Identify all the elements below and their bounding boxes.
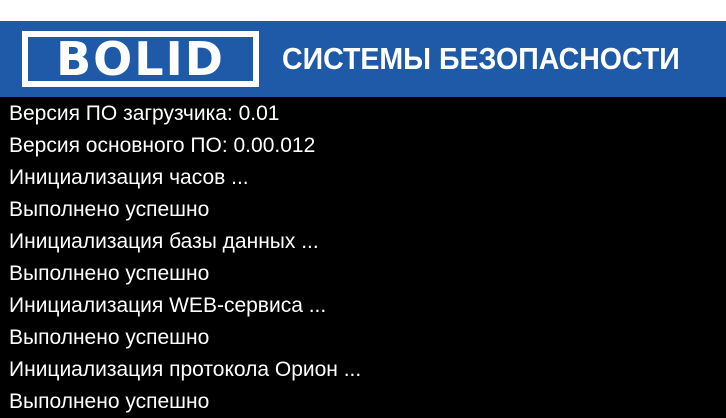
log-line-clock-success: Выполнено успешно bbox=[9, 198, 210, 221]
log-line-clock-init: Инициализация часов ... bbox=[9, 166, 249, 189]
log-line-loader-version: Версия ПО загрузчика: 0.01 bbox=[9, 102, 280, 125]
brand-header: BOLID СИСТЕМЫ БЕЗОПАСНОСТИ bbox=[0, 21, 726, 97]
log-line-db-success: Выполнено успешно bbox=[9, 262, 210, 285]
log-line-web-success: Выполнено успешно bbox=[9, 326, 210, 349]
brand-tagline: СИСТЕМЫ БЕЗОПАСНОСТИ bbox=[282, 41, 680, 76]
boot-log-console: Версия ПО загрузчика: 0.01 Версия основн… bbox=[0, 97, 726, 418]
bolid-logo-text: BOLID bbox=[56, 32, 225, 86]
bolid-logo-inner: BOLID bbox=[28, 32, 253, 86]
log-line-db-init: Инициализация базы данных ... bbox=[9, 230, 319, 253]
log-line-main-version: Версия основного ПО: 0.00.012 bbox=[9, 134, 316, 157]
bolid-logo: BOLID bbox=[22, 31, 259, 87]
log-line-web-init: Инициализация WEB-сервиса ... bbox=[9, 294, 327, 317]
log-line-orion-init: Инициализация протокола Орион ... bbox=[9, 358, 362, 381]
log-line-orion-success: Выполнено успешно bbox=[9, 390, 210, 413]
